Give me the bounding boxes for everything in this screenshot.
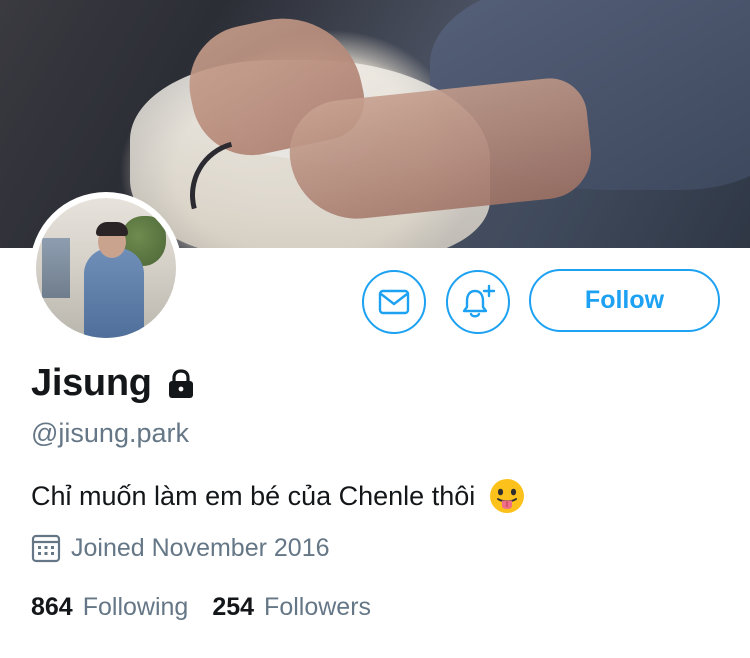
followers-stat[interactable]: 254 Followers: [212, 593, 371, 622]
calendar-icon: [31, 534, 61, 563]
profile-bio: Chỉ muốn làm em bé của Chenle thôi: [31, 478, 525, 514]
avatar-hair-shape: [96, 222, 128, 236]
face-with-tongue-icon: [489, 478, 525, 514]
avatar-shelf-shape: [42, 238, 70, 298]
joined-date: Joined November 2016: [31, 533, 330, 563]
followers-count: 254: [212, 593, 255, 621]
followers-label: Followers: [264, 593, 372, 621]
joined-text: Joined November 2016: [71, 533, 330, 562]
envelope-icon: [378, 289, 410, 315]
message-button[interactable]: [362, 270, 426, 334]
profile-stats: 864 Following 254 Followers: [31, 593, 395, 622]
following-count: 864: [31, 593, 73, 621]
notifications-button[interactable]: [446, 270, 510, 334]
following-stat[interactable]: 864 Following: [31, 593, 188, 622]
following-label: Following: [82, 593, 189, 621]
avatar[interactable]: [30, 192, 182, 344]
lock-icon: [164, 368, 198, 399]
avatar-person-shape: [84, 248, 144, 338]
profile-handle: @jisung.park: [31, 418, 189, 448]
bio-text: Chỉ muốn làm em bé của Chenle thôi: [31, 480, 476, 511]
follow-button[interactable]: Follow: [529, 269, 720, 332]
display-name: Jisung: [31, 362, 152, 404]
bell-plus-icon: [462, 284, 496, 318]
profile-name-row: Jisung: [31, 362, 198, 405]
avatar-image: [36, 198, 176, 338]
